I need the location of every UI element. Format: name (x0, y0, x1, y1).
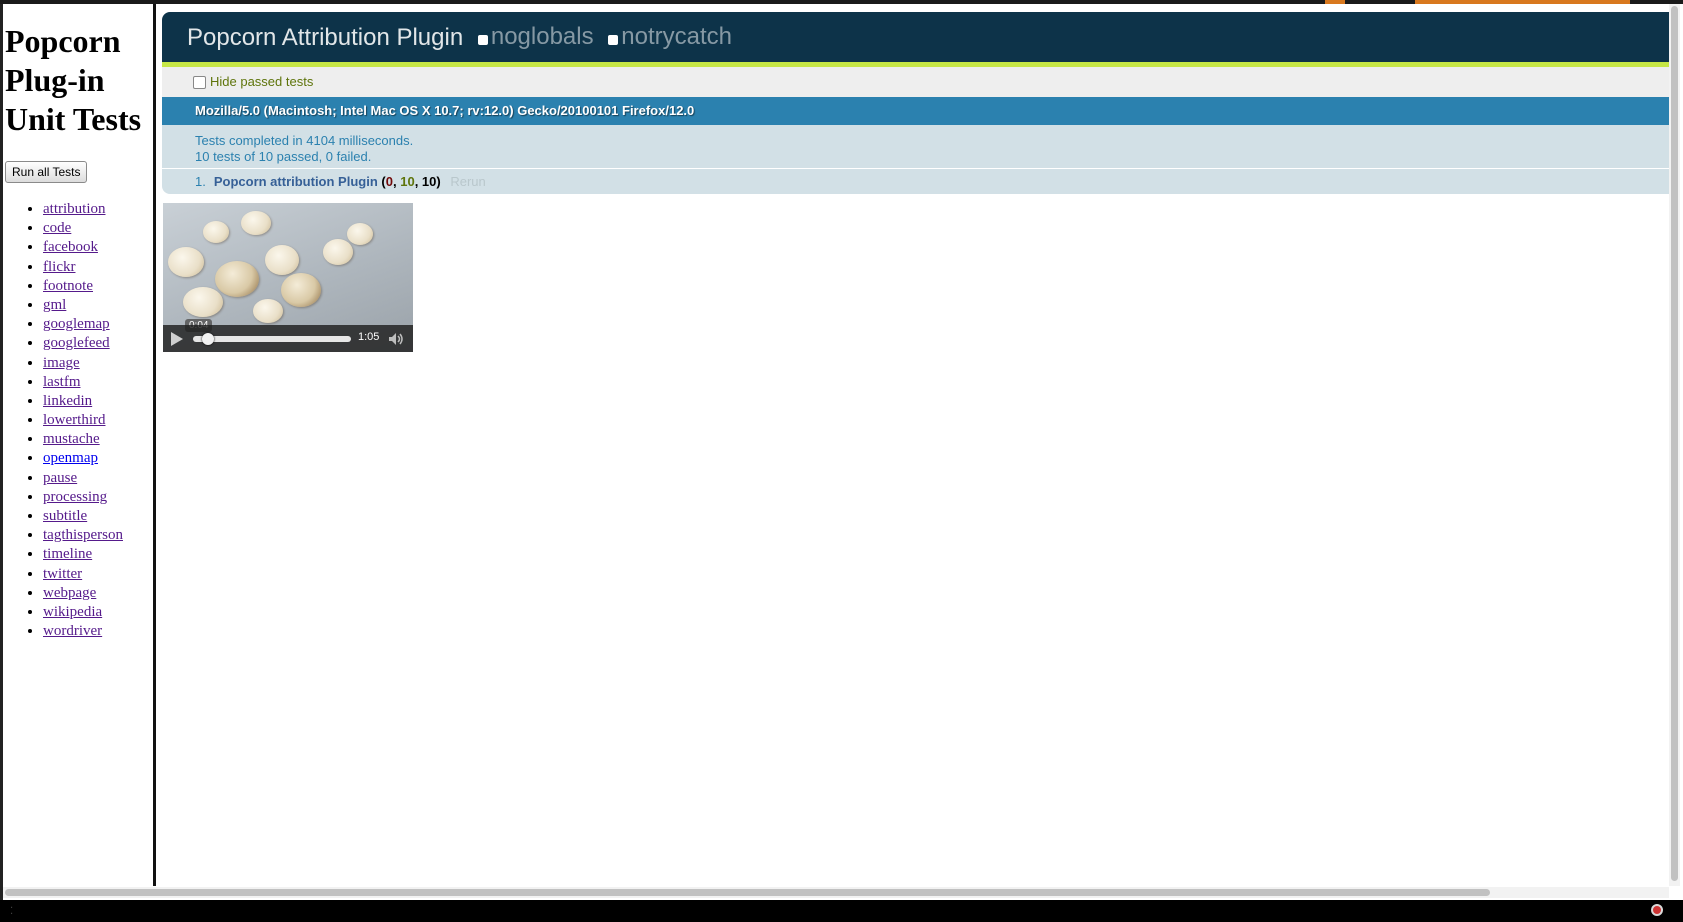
horizontal-scrollbar[interactable] (3, 887, 1669, 898)
list-item: twitter (43, 565, 123, 584)
test-link-wikipedia[interactable]: wikipedia (43, 604, 102, 620)
list-item: pause (43, 469, 123, 488)
test-link-facebook[interactable]: facebook (43, 239, 98, 255)
list-item: facebook (43, 238, 123, 257)
list-item: wordriver (43, 622, 123, 641)
test-link-footnote[interactable]: footnote (43, 278, 93, 294)
popcorn-kernel (323, 239, 353, 265)
popcorn-kernel (265, 245, 299, 275)
status-bar: ⁚ (0, 900, 1683, 922)
stop-icon[interactable] (1651, 904, 1663, 916)
play-icon[interactable] (171, 332, 183, 346)
list-item: flickr (43, 258, 123, 277)
passed-count: 10 (400, 174, 415, 189)
test-link-image[interactable]: image (43, 355, 80, 371)
test-link-processing[interactable]: processing (43, 489, 107, 505)
list-item: linkedin (43, 392, 123, 411)
video-controls: 1:05 (163, 325, 413, 352)
rerun-link[interactable]: Rerun (450, 174, 485, 189)
hide-passed-label[interactable]: Hide passed tests (210, 67, 313, 97)
test-link-googlemap[interactable]: googlemap (43, 316, 110, 332)
list-item: timeline (43, 545, 123, 564)
list-item: tagthisperson (43, 526, 123, 545)
test-link-lastfm[interactable]: lastfm (43, 374, 81, 390)
test-link-twitter[interactable]: twitter (43, 566, 82, 582)
test-link-googlefeed[interactable]: googlefeed (43, 335, 110, 351)
qunit-header: Popcorn Attribution Plugin noglobals not… (162, 12, 1669, 62)
list-item: wikipedia (43, 603, 123, 622)
list-item: webpage (43, 584, 123, 603)
noglobals-option[interactable]: noglobals (477, 12, 594, 62)
test-link-attribution[interactable]: attribution (43, 201, 106, 217)
volume-icon[interactable] (388, 331, 404, 347)
test-link-lowerthird[interactable]: lowerthird (43, 412, 105, 428)
test-row[interactable]: 1. Popcorn attribution Plugin (0, 10, 10)… (162, 169, 1669, 194)
page-title[interactable]: Popcorn Attribution Plugin (187, 24, 463, 51)
resize-grip-icon: ⁚ (10, 906, 14, 917)
sidebar-title: Popcorn Plug-in Unit Tests (5, 23, 142, 137)
test-link-openmap[interactable]: openmap (43, 450, 98, 466)
test-duration: Tests completed in 4104 milliseconds. (195, 133, 414, 148)
popcorn-kernel (347, 223, 373, 245)
popcorn-kernel (183, 287, 223, 317)
list-item: image (43, 354, 123, 373)
test-summary: 10 tests of 10 passed, 0 failed. (195, 149, 372, 164)
noglobals-checkbox[interactable] (477, 35, 488, 45)
list-item: googlemap (43, 315, 123, 334)
test-link-mustache[interactable]: mustache (43, 431, 100, 447)
notrycatch-label[interactable]: notrycatch (621, 12, 732, 62)
run-all-tests-button[interactable]: Run all Tests (5, 161, 88, 183)
test-link-pause[interactable]: pause (43, 470, 77, 486)
qunit-panel: Popcorn Attribution Plugin noglobals not… (162, 12, 1669, 194)
failed-count: 0 (385, 174, 393, 189)
list-item: processing (43, 488, 123, 507)
vertical-scroll-thumb[interactable] (1671, 6, 1678, 881)
total-count: 10 (421, 174, 437, 189)
video-duration: 1:05 (358, 331, 380, 343)
notrycatch-option[interactable]: notrycatch (608, 12, 732, 62)
user-agent: Mozilla/5.0 (Macintosh; Intel Mac OS X 1… (162, 97, 1669, 125)
list-item: gml (43, 296, 123, 315)
video-player[interactable]: 0:04 1:05 (163, 203, 413, 352)
test-link-subtitle[interactable]: subtitle (43, 508, 87, 524)
seek-handle[interactable] (201, 333, 214, 345)
list-item: mustache (43, 430, 123, 449)
popcorn-kernel (241, 211, 271, 235)
test-link-timeline[interactable]: timeline (43, 546, 92, 562)
test-link-code[interactable]: code (43, 220, 71, 236)
horizontal-scroll-thumb[interactable] (5, 889, 1490, 896)
list-item: openmap (43, 449, 123, 468)
test-link-wordriver[interactable]: wordriver (43, 623, 102, 639)
popcorn-kernel (253, 299, 283, 323)
sidebar: Popcorn Plug-in Unit Tests Run all Tests… (3, 4, 156, 886)
test-counts: (0, 10, 10) (381, 174, 441, 189)
qunit-toolbar: Hide passed tests (162, 67, 1669, 97)
popcorn-kernel (281, 273, 321, 307)
list-item: code (43, 219, 123, 238)
test-result: Tests completed in 4104 milliseconds. 10… (162, 125, 1669, 169)
popcorn-kernel (203, 221, 229, 243)
test-link-tagthisperson[interactable]: tagthisperson (43, 527, 123, 543)
list-item: subtitle (43, 507, 123, 526)
popcorn-kernel (215, 261, 259, 297)
seek-bar[interactable] (193, 333, 351, 345)
list-item: googlefeed (43, 334, 123, 353)
list-item: footnote (43, 277, 123, 296)
list-item: lowerthird (43, 411, 123, 430)
test-number: 1. (195, 174, 206, 189)
list-item: attribution (43, 200, 123, 219)
test-list: attribution code facebook flickr footnote gml… (3, 200, 123, 641)
test-link-webpage[interactable]: webpage (43, 585, 96, 601)
test-link-flickr[interactable]: flickr (43, 259, 75, 275)
notrycatch-checkbox[interactable] (608, 35, 619, 45)
list-item: lastfm (43, 373, 123, 392)
vertical-scrollbar[interactable] (1669, 4, 1680, 886)
test-name[interactable]: Popcorn attribution Plugin (214, 174, 378, 189)
hide-passed-checkbox[interactable] (193, 75, 206, 89)
test-link-gml[interactable]: gml (43, 297, 66, 313)
noglobals-label[interactable]: noglobals (491, 12, 594, 62)
popcorn-kernel (168, 247, 204, 277)
test-link-linkedin[interactable]: linkedin (43, 393, 92, 409)
